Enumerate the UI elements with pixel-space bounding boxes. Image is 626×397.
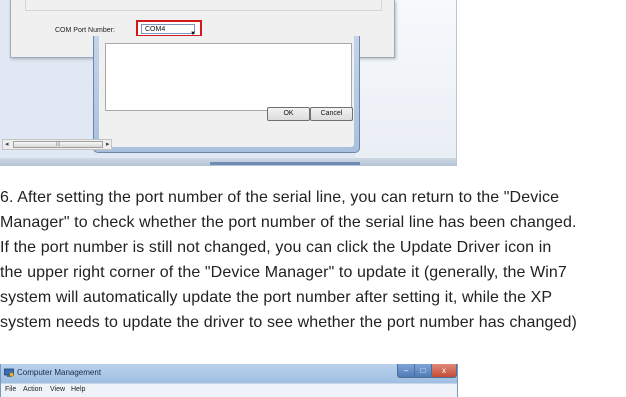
port-settings-screenshot: COM Port Number: COM4 ▼ OK Cancel ◂ ||| … xyxy=(0,0,457,166)
com-port-value: COM4 xyxy=(145,26,166,33)
close-button[interactable]: x xyxy=(431,364,457,378)
menu-view[interactable]: View xyxy=(50,386,65,393)
com-port-select[interactable]: COM4 ▼ xyxy=(141,24,196,37)
paragraph-line: system needs to update the driver to see… xyxy=(0,314,577,331)
paragraph-line: If the port number is still not changed,… xyxy=(0,239,552,256)
menu-file[interactable]: File xyxy=(5,386,16,393)
maximize-button[interactable]: □ xyxy=(414,364,432,378)
paragraph-line: Manager" to check whether the port numbe… xyxy=(0,214,577,231)
thumb-grip-icon: ||| xyxy=(56,141,60,147)
menu-bar: File Action View Help xyxy=(1,383,457,397)
paragraph-line: 6. After setting the port number of the … xyxy=(0,189,560,206)
properties-panel xyxy=(105,43,352,111)
window-title: Computer Management xyxy=(17,368,102,377)
paragraph-line: system will automatically update the por… xyxy=(0,289,553,306)
menu-help[interactable]: Help xyxy=(71,386,85,393)
window-titlebar: Computer Management ‒ □ x xyxy=(1,364,457,383)
cancel-button[interactable]: Cancel xyxy=(310,107,353,121)
menu-action[interactable]: Action xyxy=(23,386,42,393)
settings-groupbox xyxy=(25,0,382,11)
computer-management-icon xyxy=(4,368,14,377)
instruction-paragraph: 6. After setting the port number of the … xyxy=(0,185,626,335)
taskbar-highlight xyxy=(210,162,360,165)
minimize-button[interactable]: ‒ xyxy=(397,364,415,378)
com-port-select-highlight: COM4 ▼ xyxy=(136,20,202,37)
scroll-left-icon[interactable]: ◂ xyxy=(5,140,9,148)
horizontal-scrollbar[interactable]: ◂ ||| ▸ xyxy=(2,139,112,150)
port-properties-window: OK Cancel xyxy=(93,36,360,153)
scroll-right-icon[interactable]: ▸ xyxy=(106,140,110,148)
paragraph-line: the upper right corner of the "Device Ma… xyxy=(0,264,567,281)
computer-management-screenshot: Computer Management ‒ □ x File Action Vi… xyxy=(0,364,458,397)
ok-button[interactable]: OK xyxy=(267,107,310,121)
properties-body: OK Cancel xyxy=(99,36,354,147)
com-port-label: COM Port Number: xyxy=(55,27,115,34)
scrollbar-thumb[interactable]: ||| xyxy=(13,141,103,148)
